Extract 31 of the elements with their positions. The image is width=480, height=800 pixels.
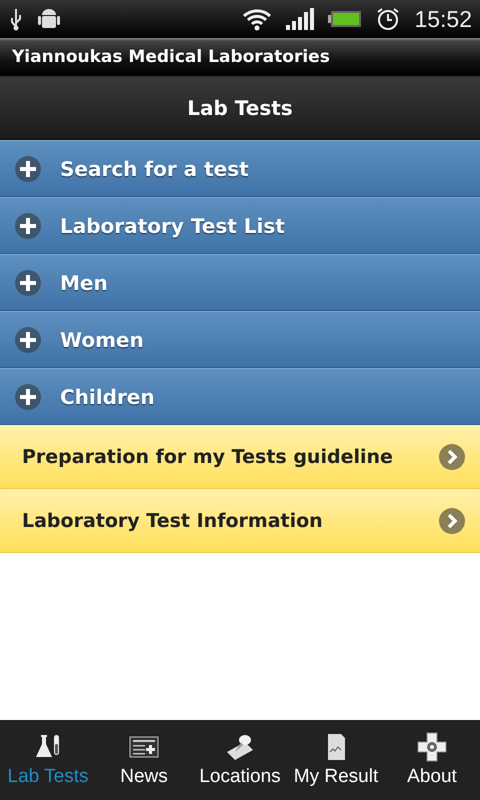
link-label: Laboratory Test Information <box>22 510 324 532</box>
status-time: 15:52 <box>414 6 472 32</box>
collapsible-section[interactable]: Search for a test <box>0 140 480 197</box>
chevron-right-icon <box>438 507 466 535</box>
battery-icon <box>328 10 362 28</box>
list-link[interactable]: Preparation for my Tests guideline <box>0 425 480 489</box>
signal-icon <box>286 7 314 31</box>
tab[interactable]: Lab Tests <box>0 720 96 800</box>
collapsible-section[interactable]: Men <box>0 254 480 311</box>
tab[interactable]: News <box>96 720 192 800</box>
app-title: Yiannoukas Medical Laboratories <box>0 38 480 78</box>
section-label: Women <box>60 328 144 352</box>
collapsible-section[interactable]: Laboratory Test List <box>0 197 480 254</box>
map-pin-icon <box>225 732 255 762</box>
wifi-icon <box>242 7 272 31</box>
collapsible-section[interactable]: Children <box>0 368 480 425</box>
header-title: Lab Tests <box>0 78 480 140</box>
alarm-clock-icon <box>376 7 400 31</box>
tab[interactable]: My Result <box>288 720 384 800</box>
tab[interactable]: Locations <box>192 720 288 800</box>
section-label: Men <box>60 270 108 294</box>
section-label: Laboratory Test List <box>60 214 285 238</box>
section-label: Children <box>60 384 155 408</box>
tab[interactable]: About <box>384 720 480 800</box>
usb-icon <box>8 7 24 31</box>
collapsible-section[interactable]: Women <box>0 311 480 368</box>
section-label: Search for a test <box>60 156 249 180</box>
link-label: Preparation for my Tests guideline <box>22 446 394 468</box>
medical-cross-icon <box>417 732 447 762</box>
chevron-right-icon <box>438 443 466 471</box>
list-link[interactable]: Laboratory Test Information <box>0 489 480 553</box>
